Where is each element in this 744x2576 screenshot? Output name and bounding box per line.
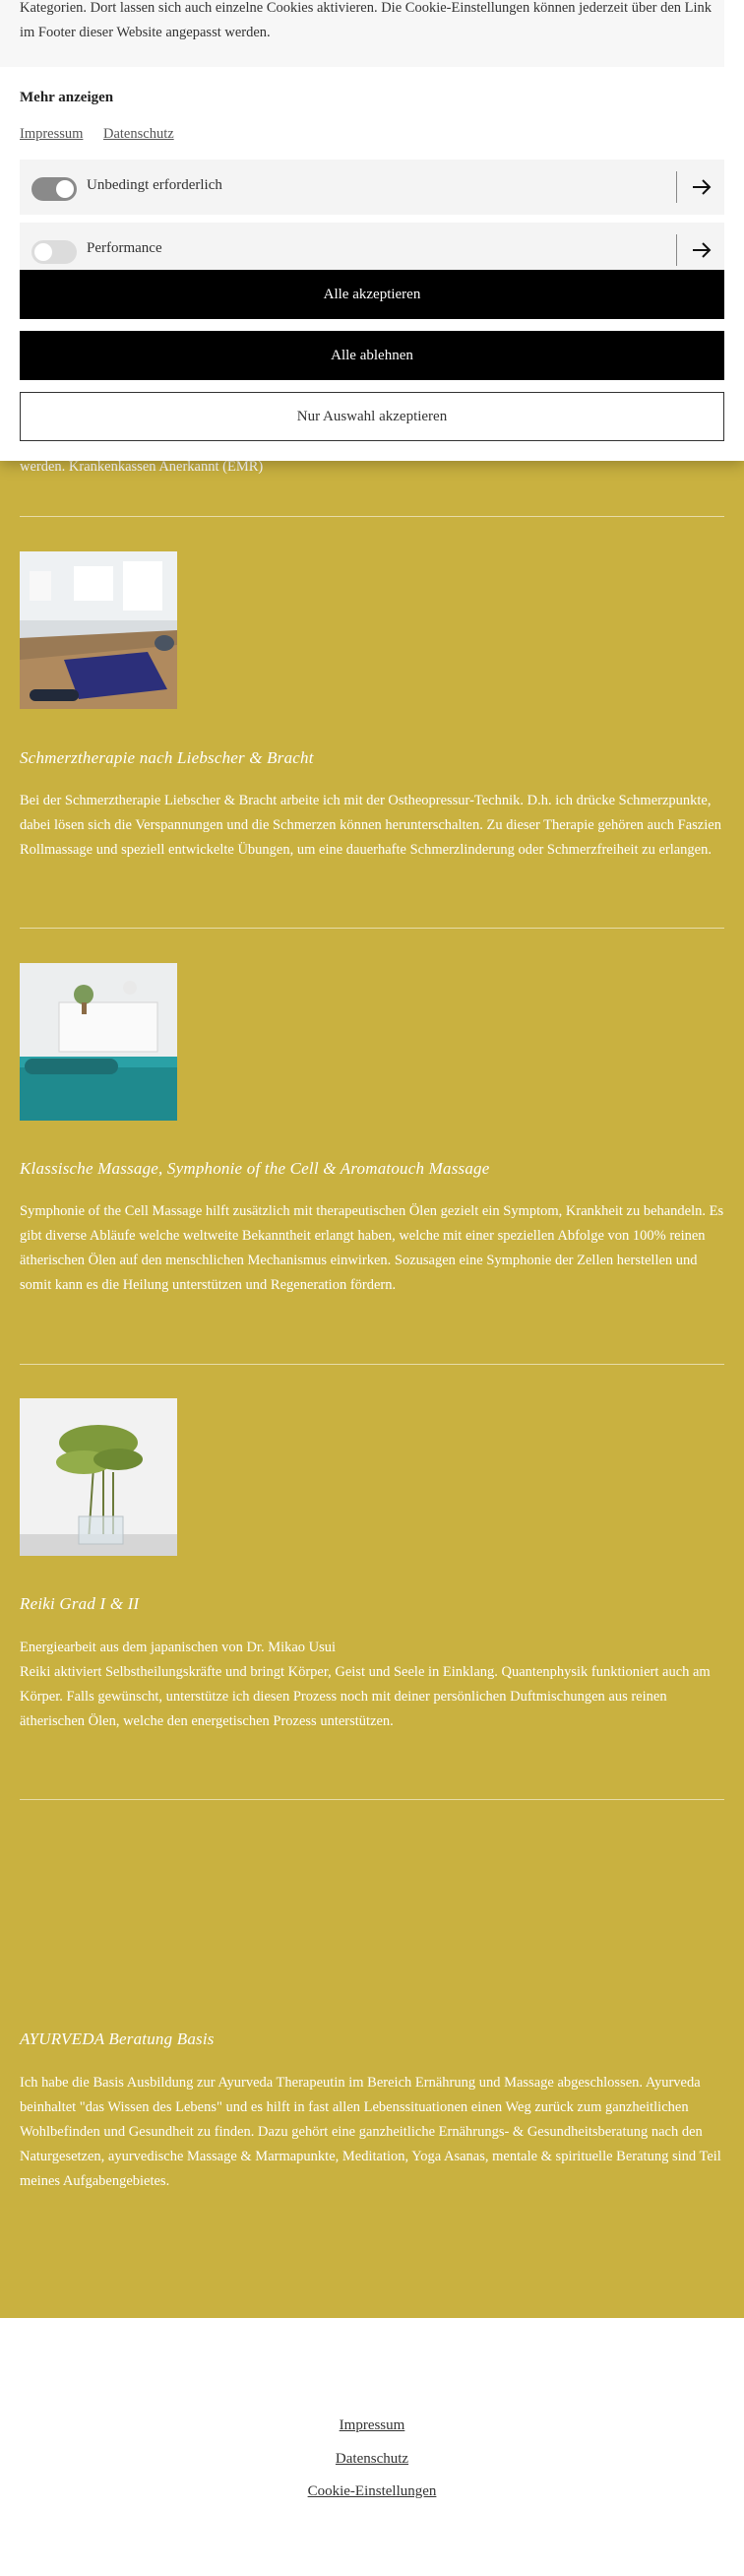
service-image-massage-room xyxy=(20,963,177,1121)
service-title: Reiki Grad I & II xyxy=(20,1594,140,1613)
arrow-right-icon[interactable] xyxy=(689,174,714,200)
section-divider xyxy=(20,1799,724,1800)
section-divider xyxy=(20,516,724,517)
section-divider xyxy=(20,928,724,929)
service-text: Symphonie of the Cell Massage hilft zusä… xyxy=(20,1199,724,1298)
cookie-intro-box: Kategorien. Dort lassen sich auch einzel… xyxy=(0,0,724,67)
footer-link-datenschutz[interactable]: Datenschutz xyxy=(0,2451,744,2468)
footer-link-cookie-settings[interactable]: Cookie-Einstellungen xyxy=(0,2483,744,2500)
cookie-link-impressum[interactable]: Impressum xyxy=(20,126,83,143)
cookie-category-label: Unbedingt erforderlich xyxy=(87,177,222,193)
service-text: Ich habe die Basis Ausbildung zur Ayurve… xyxy=(20,2071,724,2194)
footer: Impressum Datenschutz Cookie-Einstellung… xyxy=(0,2318,744,2576)
service-paragraph: Symphonie of the Cell Massage hilft zusä… xyxy=(20,1203,724,1293)
service-paragraph: Ich habe die Basis Ausbildung zur Ayurve… xyxy=(20,2075,721,2189)
accept-selection-button[interactable]: Nur Auswahl akzeptieren xyxy=(20,392,724,441)
service-title: AYURVEDA Beratung Basis xyxy=(20,2029,215,2048)
category-separator xyxy=(676,234,677,266)
service-paragraph: Bei der Schmerztherapie Liebscher & Brac… xyxy=(20,793,721,858)
service-paragraph: Energiearbeit aus dem japanischen von Dr… xyxy=(20,1640,337,1655)
category-separator xyxy=(676,171,677,203)
service-image-plant xyxy=(20,1398,177,1556)
cookie-link-datenschutz[interactable]: Datenschutz xyxy=(103,126,174,143)
partial-text: werden. Krankenkassen Anerkannt (EMR) xyxy=(20,459,264,475)
service-paragraph: Reiki aktiviert Selbstheilungskräfte und… xyxy=(20,1664,711,1729)
cookie-category-label: Performance xyxy=(87,240,162,256)
service-title: Schmerztherapie nach Liebscher & Bracht xyxy=(20,748,314,767)
cookie-banner: Kategorien. Dort lassen sich auch einzel… xyxy=(0,0,744,461)
cookie-category-required[interactable]: Unbedingt erforderlich xyxy=(20,160,724,215)
accept-all-button[interactable]: Alle akzeptieren xyxy=(20,270,724,319)
toggle-switch[interactable] xyxy=(31,240,77,264)
service-text: Energiearbeit aus dem japanischen von Dr… xyxy=(20,1636,724,1734)
arrow-right-icon[interactable] xyxy=(689,237,714,263)
reject-all-button[interactable]: Alle ablehnen xyxy=(20,331,724,380)
section-divider xyxy=(20,1364,724,1365)
footer-link-impressum[interactable]: Impressum xyxy=(0,2417,744,2434)
service-image-therapy-room xyxy=(20,551,177,709)
show-more-toggle[interactable]: Mehr anzeigen xyxy=(20,90,113,106)
toggle-switch[interactable] xyxy=(31,177,77,201)
service-text: Bei der Schmerztherapie Liebscher & Brac… xyxy=(20,789,724,863)
cookie-intro-text: Kategorien. Dort lassen sich auch einzel… xyxy=(20,0,713,40)
service-title: Klassische Massage, Symphonie of the Cel… xyxy=(20,1159,490,1178)
